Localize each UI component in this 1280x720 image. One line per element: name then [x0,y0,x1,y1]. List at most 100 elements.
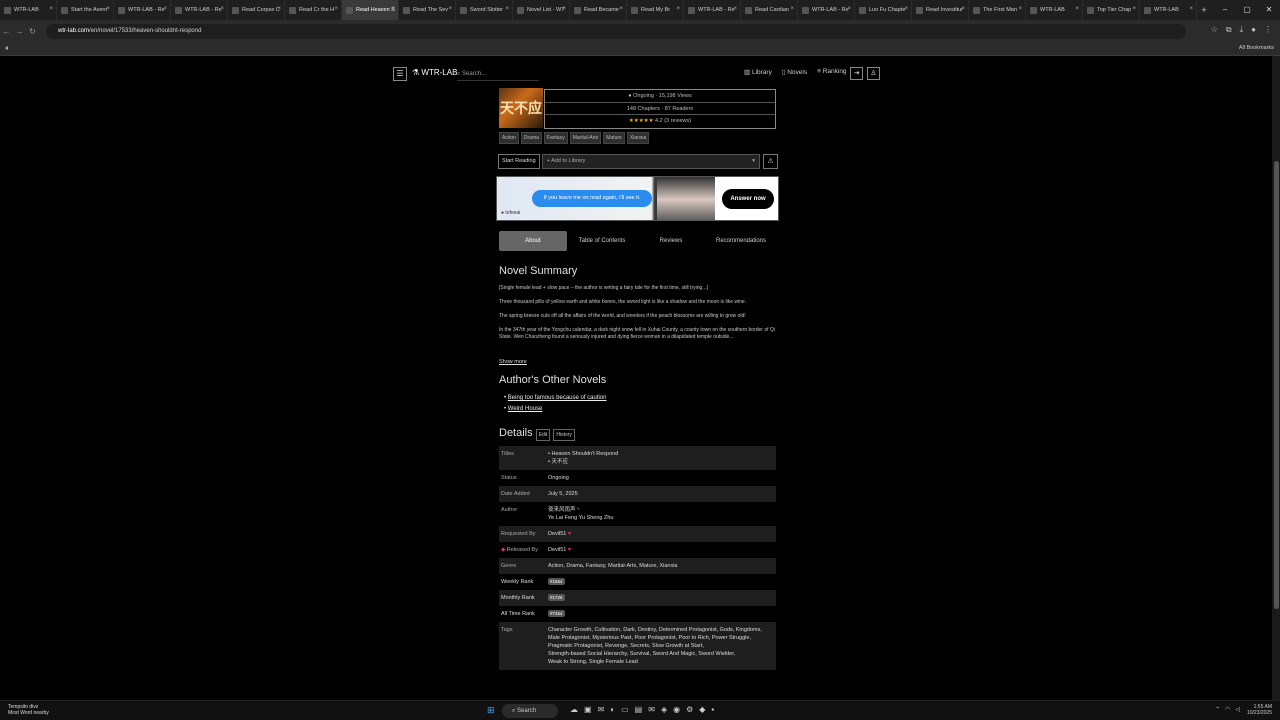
app-icon[interactable]: ▪ [711,705,714,714]
app-icon[interactable]: ◆ [699,705,705,714]
releaser-name[interactable]: Devil51 [548,547,566,553]
sidebar-toggle-icon[interactable]: ⏸ [5,45,9,53]
browser-tab[interactable]: WTR-LAB × [1140,0,1197,20]
other-novel-link[interactable]: Being too famous because of caution [508,395,607,401]
minimize-button[interactable]: – [1214,0,1236,20]
app-icon[interactable]: ◈ [661,705,667,714]
reload-icon[interactable]: ↻ [26,27,39,36]
network-icon[interactable]: ◠ [1225,706,1230,713]
browser-tab[interactable]: Read Corpse C × [228,0,285,20]
browser-tab[interactable]: Read Heaven S × [342,0,399,20]
close-tab-icon[interactable]: × [1189,6,1193,12]
browser-tab[interactable]: Read The Sev × [399,0,456,20]
close-tab-icon[interactable]: × [904,6,908,12]
search-input[interactable]: ⌕ Search... [457,67,539,81]
browser-tab[interactable]: Start the Avent × [57,0,114,20]
browser-tab[interactable]: WTR-LAB - Re × [171,0,228,20]
browser-tab[interactable]: WTR-LAB - Re × [684,0,741,20]
site-logo[interactable]: ⚗ WTR-LAB [412,68,457,77]
star-icon[interactable]: ☆ [1211,25,1218,35]
extensions-icon[interactable]: ⧉ [1226,25,1232,35]
close-tab-icon[interactable]: × [448,6,452,12]
tab-reviews[interactable]: Reviews [637,231,705,251]
genre-chip[interactable]: Martial-Arts [569,132,602,144]
close-tab-icon[interactable]: × [1075,6,1079,12]
maximize-button[interactable]: ▢ [1236,0,1258,20]
browser-tab[interactable]: Read Cr the H × [285,0,342,20]
back-icon[interactable]: ← [0,27,13,36]
all-bookmarks-button[interactable]: All Bookmarks [1239,45,1274,51]
genre-chip[interactable]: Mature [603,132,625,144]
login-icon[interactable]: ⇥ [850,67,863,80]
close-tab-icon[interactable]: × [733,6,737,12]
nav-novels[interactable]: ▯ Novels [782,68,807,76]
browser-tab[interactable]: Read Cardian × [741,0,798,20]
forward-icon[interactable]: → [13,27,26,36]
author-chinese[interactable]: 夜来风雨声丶 [548,506,776,514]
new-tab-button[interactable]: + [1197,5,1211,15]
browser-tab[interactable]: Top Tier Chap × [1083,0,1140,20]
close-tab-icon[interactable]: × [106,6,110,12]
author-english[interactable]: Ye Lai Feng Yu Sheng Zhu [548,514,776,522]
windows-start-icon[interactable]: ⊞ [487,705,495,716]
close-tab-icon[interactable]: × [619,6,623,12]
nav-library[interactable]: ▥ Library [744,68,772,76]
close-tab-icon[interactable]: × [505,6,509,12]
browser-tab[interactable]: WTR-LAB - Re × [114,0,171,20]
user-icon[interactable]: ♙ [867,67,880,80]
tab-table-of-contents[interactable]: Table of Contents [567,231,637,251]
close-window-button[interactable]: ✕ [1258,0,1280,20]
close-tab-icon[interactable]: × [676,6,680,12]
browser-tab[interactable]: WTR-LAB × [0,0,57,20]
tab-recommendations[interactable]: Recommendations [705,231,777,251]
genre-chip[interactable]: Action [499,132,519,144]
close-tab-icon[interactable]: × [847,6,851,12]
system-clock[interactable]: 1:55 AM 10/23/2025 [1247,704,1272,716]
widgets-icon[interactable]: ☁ [570,705,578,714]
report-warning-icon[interactable]: ⚠ [763,154,778,169]
genre-chip[interactable]: Drama [520,132,542,144]
edge-icon[interactable]: ◐ [610,705,615,714]
add-to-library-select[interactable]: + Add to Library ▾ [541,154,760,169]
ad-answer-button[interactable]: Answer now [722,189,774,209]
requester-name[interactable]: Devil51 [548,531,566,537]
settings-icon[interactable]: ⚙ [686,705,693,714]
file-explorer-icon[interactable]: ▭ [621,705,629,714]
browser-tab[interactable]: Novel List - WT × [513,0,570,20]
browser-tab[interactable]: WTR-LAB × [1026,0,1083,20]
more-menu-icon[interactable]: ⋮ [1264,25,1272,35]
edit-button[interactable]: Edit [535,429,551,441]
close-tab-icon[interactable]: × [1018,6,1022,12]
browser-tab[interactable]: Sword Slotter × [456,0,513,20]
close-tab-icon[interactable]: × [961,6,965,12]
close-tab-icon[interactable]: × [49,6,53,12]
browser-tab[interactable]: The First Man × [969,0,1026,20]
start-reading-button[interactable]: Start Reading [498,154,540,169]
nav-ranking[interactable]: ≡ Ranking [817,68,846,76]
mail-icon[interactable]: ✉ [648,705,655,714]
store-icon[interactable]: ▤ [635,705,643,714]
url-input[interactable]: wtr-lab.com/en/novel/17533/heaven-should… [46,24,1186,39]
advertisement-banner[interactable]: If you leave me on read again, I'll see … [496,176,779,221]
chat-icon[interactable]: ✉ [598,705,605,714]
close-tab-icon[interactable]: × [790,6,794,12]
download-icon[interactable]: ⤓ [1240,25,1244,35]
close-tab-icon[interactable]: × [163,6,167,12]
show-more-link[interactable]: Show more [499,359,527,365]
close-tab-icon[interactable]: × [391,6,395,12]
close-tab-icon[interactable]: × [277,6,281,12]
close-tab-icon[interactable]: × [220,6,224,12]
genre-chip[interactable]: Fantasy [543,132,568,144]
chevron-up-icon[interactable]: ⌃ [1215,706,1220,713]
chrome-icon[interactable]: ◉ [673,705,680,714]
close-tab-icon[interactable]: × [334,6,338,12]
task-view-icon[interactable]: ▣ [584,705,592,714]
volume-icon[interactable]: ◁ [1235,706,1240,713]
scrollbar-thumb[interactable] [1274,161,1279,609]
close-tab-icon[interactable]: × [562,6,566,12]
browser-tab[interactable]: Read My Br × [627,0,684,20]
profile-icon[interactable]: ● [1251,25,1256,35]
history-button[interactable]: History [553,429,575,441]
browser-tab[interactable]: Read Investitur × [912,0,969,20]
close-tab-icon[interactable]: × [1132,6,1136,12]
